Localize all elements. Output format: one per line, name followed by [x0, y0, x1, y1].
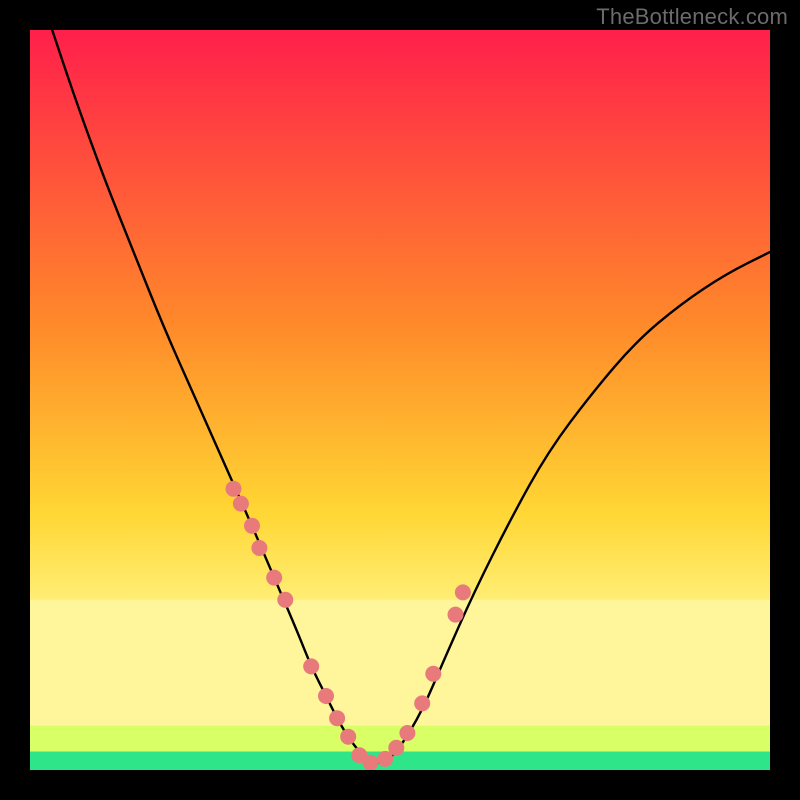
highlight-dot: [329, 710, 345, 726]
chart-frame: TheBottleneck.com: [0, 0, 800, 800]
plot-area: [30, 30, 770, 770]
highlight-dot: [362, 755, 378, 770]
highlight-dot: [251, 540, 267, 556]
highlight-dot: [226, 481, 242, 497]
highlight-dot: [425, 666, 441, 682]
highlight-dot: [233, 496, 249, 512]
highlight-dot: [448, 607, 464, 623]
highlight-dot: [414, 695, 430, 711]
watermark-text: TheBottleneck.com: [596, 4, 788, 30]
highlight-dot: [244, 518, 260, 534]
highlight-dot: [388, 740, 404, 756]
highlight-dot: [303, 658, 319, 674]
highlight-dot: [340, 729, 356, 745]
band-cream-band: [30, 600, 770, 726]
highlight-dot: [399, 725, 415, 741]
highlight-dot: [318, 688, 334, 704]
highlight-dot: [277, 592, 293, 608]
highlight-dot: [266, 570, 282, 586]
highlight-dot: [455, 584, 471, 600]
chart-svg: [30, 30, 770, 770]
